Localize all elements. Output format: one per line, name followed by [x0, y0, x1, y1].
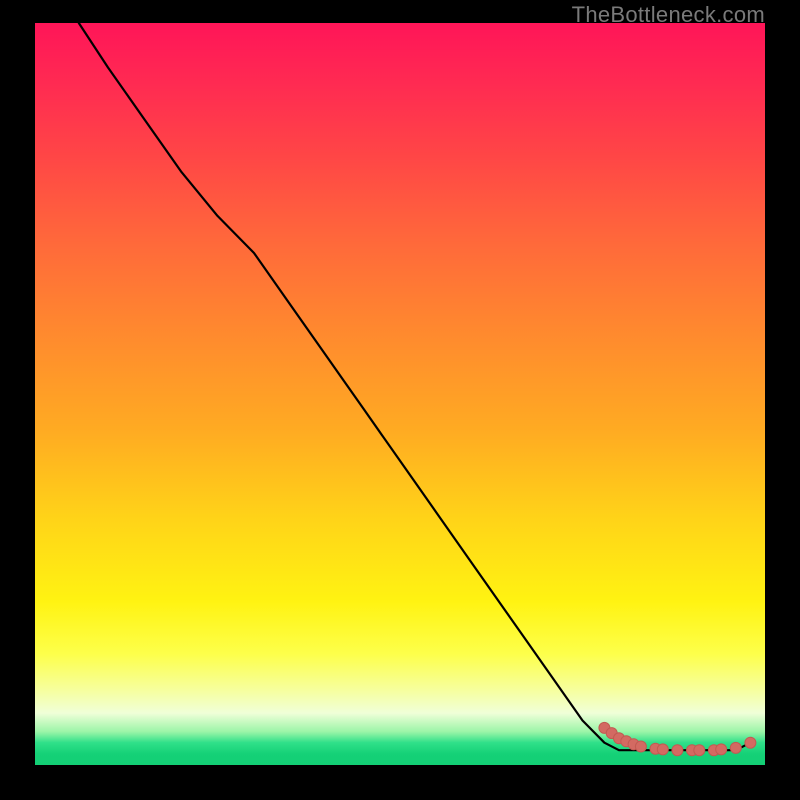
data-marker	[635, 741, 646, 752]
data-marker	[716, 744, 727, 755]
data-marker	[745, 737, 756, 748]
data-marker	[672, 745, 683, 756]
data-marker	[730, 742, 741, 753]
data-marker	[694, 745, 705, 756]
chart-stage: TheBottleneck.com	[0, 0, 800, 800]
chart-overlay-svg	[35, 23, 765, 765]
data-marker	[657, 744, 668, 755]
bottleneck-curve	[79, 23, 751, 750]
